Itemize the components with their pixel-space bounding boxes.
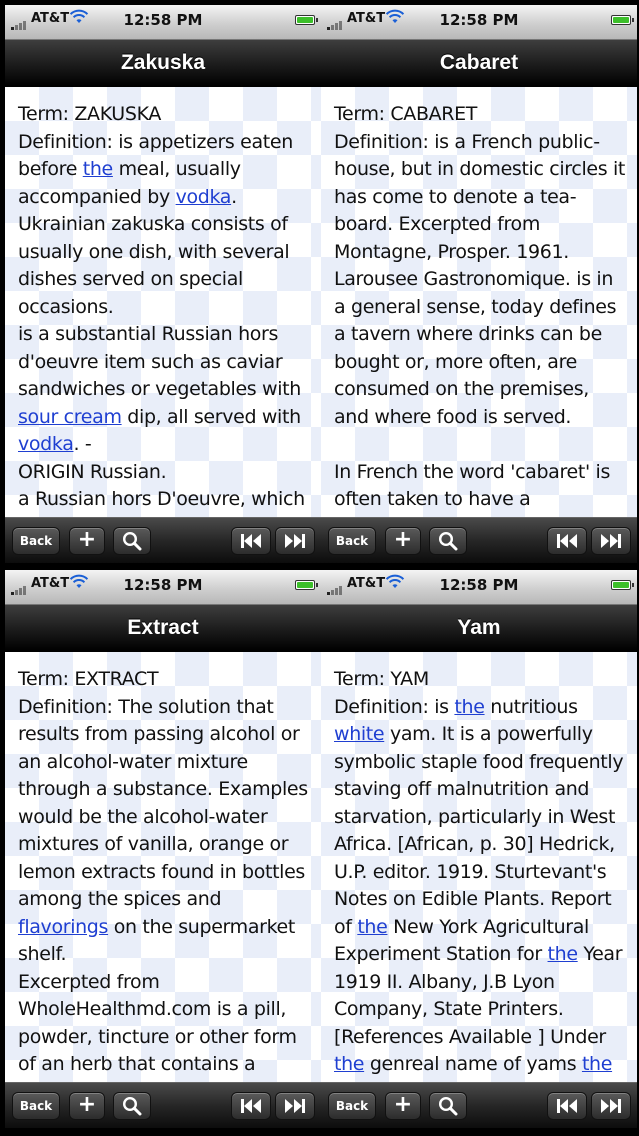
definition-text: Term: EXTRACT Definition: The solution th…: [18, 668, 308, 1082]
status-bar: AT&T 12:58 PM: [5, 570, 321, 605]
glossary-link[interactable]: the: [454, 696, 484, 718]
page-title: Cabaret: [439, 51, 519, 74]
glossary-link[interactable]: the: [582, 1053, 612, 1075]
skip-forward-icon: [285, 534, 305, 548]
skip-back-icon: [557, 1099, 577, 1113]
next-button[interactable]: [275, 527, 315, 555]
next-button[interactable]: [275, 1092, 315, 1120]
navigation-bar: Extract: [5, 605, 321, 652]
definition-text: Term: YAM Definition: is the nutritious w…: [334, 668, 624, 1075]
status-time: 12:58 PM: [123, 576, 203, 594]
back-button[interactable]: Back: [328, 1092, 376, 1120]
skip-forward-icon: [601, 1099, 621, 1113]
search-button[interactable]: [113, 527, 151, 555]
add-button[interactable]: +: [385, 1092, 421, 1120]
definition-view[interactable]: Term: CABARET Definition: is a French pub…: [321, 87, 637, 517]
glossary-link[interactable]: the: [548, 943, 578, 965]
glossary-link[interactable]: white: [334, 723, 385, 745]
add-button[interactable]: +: [385, 527, 421, 555]
back-button[interactable]: Back: [12, 1092, 60, 1120]
previous-button[interactable]: [231, 527, 271, 555]
previous-button[interactable]: [547, 527, 587, 555]
screen-panel: AT&T 12:58 PM Cabaret Term: CABARET Defin…: [321, 5, 637, 563]
battery-icon: [611, 15, 634, 25]
search-button[interactable]: [429, 527, 467, 555]
back-button[interactable]: Back: [328, 527, 376, 555]
definition-view[interactable]: Term: EXTRACT Definition: The solution th…: [5, 652, 321, 1082]
search-icon: [438, 1096, 458, 1116]
status-time: 12:58 PM: [123, 11, 203, 29]
glossary-link[interactable]: vodka: [176, 186, 232, 208]
page-title: Yam: [457, 616, 501, 639]
definition-text: Term: ZAKUSKA Definition: is appetizers e…: [18, 103, 305, 510]
bottom-toolbar: Back +: [5, 1082, 321, 1128]
glossary-link[interactable]: vodka: [18, 433, 74, 455]
screen-panel: AT&T 12:58 PM Zakuska Term: ZAKUSKA Defin…: [5, 5, 321, 563]
search-button[interactable]: [113, 1092, 151, 1120]
definition-view[interactable]: Term: ZAKUSKA Definition: is appetizers e…: [5, 87, 321, 517]
glossary-link[interactable]: the: [334, 1053, 364, 1075]
next-button[interactable]: [591, 527, 631, 555]
battery-icon: [611, 580, 634, 590]
glossary-link[interactable]: sour cream: [18, 406, 122, 428]
next-button[interactable]: [591, 1092, 631, 1120]
screen-panel: AT&T 12:58 PM Extract Term: EXTRACT Defin…: [5, 570, 321, 1128]
definition-text: Term: CABARET Definition: is a French pub…: [334, 103, 625, 510]
add-button[interactable]: +: [69, 527, 105, 555]
skip-forward-icon: [285, 1099, 305, 1113]
status-bar: AT&T 12:58 PM: [321, 5, 637, 40]
previous-button[interactable]: [547, 1092, 587, 1120]
status-time: 12:58 PM: [439, 576, 519, 594]
add-button[interactable]: +: [69, 1092, 105, 1120]
bottom-toolbar: Back +: [5, 517, 321, 563]
page-title: Zakuska: [120, 51, 206, 74]
battery-icon: [295, 580, 318, 590]
skip-back-icon: [241, 534, 261, 548]
screen-panel: AT&T 12:58 PM Yam Term: YAM Definition: i…: [321, 570, 637, 1128]
bottom-toolbar: Back +: [321, 1082, 637, 1128]
navigation-bar: Cabaret: [321, 40, 637, 87]
bottom-toolbar: Back +: [321, 517, 637, 563]
search-icon: [122, 1096, 142, 1116]
previous-button[interactable]: [231, 1092, 271, 1120]
status-time: 12:58 PM: [439, 11, 519, 29]
glossary-link[interactable]: flavorings: [18, 916, 108, 938]
back-button[interactable]: Back: [12, 527, 60, 555]
battery-icon: [295, 15, 318, 25]
glossary-link[interactable]: the: [83, 158, 113, 180]
skip-back-icon: [557, 534, 577, 548]
skip-back-icon: [241, 1099, 261, 1113]
skip-forward-icon: [601, 534, 621, 548]
page-title: Extract: [127, 616, 199, 639]
search-button[interactable]: [429, 1092, 467, 1120]
status-bar: AT&T 12:58 PM: [5, 5, 321, 40]
search-icon: [122, 531, 142, 551]
navigation-bar: Zakuska: [5, 40, 321, 87]
search-icon: [438, 531, 458, 551]
glossary-link[interactable]: the: [357, 916, 387, 938]
definition-view[interactable]: Term: YAM Definition: is the nutritious w…: [321, 652, 637, 1082]
status-bar: AT&T 12:58 PM: [321, 570, 637, 605]
navigation-bar: Yam: [321, 605, 637, 652]
